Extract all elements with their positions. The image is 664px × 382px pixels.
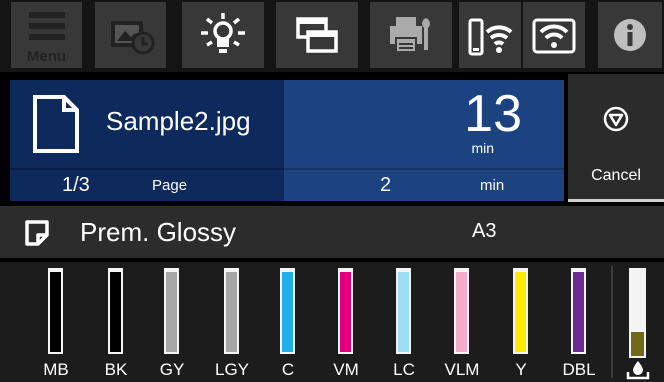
menu-label: Menu (26, 48, 67, 65)
info-button[interactable] (598, 2, 662, 68)
file-panel: Sample2.jpg (10, 80, 284, 168)
document-icon (33, 95, 79, 153)
wifi-direct-icon (468, 18, 513, 56)
page-time-unit: min (480, 177, 505, 194)
ink-label: GY (159, 360, 185, 379)
paper-size: A3 (472, 220, 497, 242)
ink-label: LGY (214, 360, 250, 379)
ink-divider (611, 266, 613, 378)
page-label: Page (152, 177, 188, 194)
maintenance-schedule-button[interactable] (95, 2, 166, 68)
wifi-icon (532, 18, 576, 54)
maintenance-box-icon (626, 361, 650, 380)
job-queue-button[interactable] (276, 2, 358, 68)
cancel-button[interactable]: Cancel (568, 74, 664, 202)
ink-cartridge-dbl (571, 268, 586, 354)
ink-cartridge-lc (396, 268, 411, 354)
media-type: Prem. Glossy (80, 217, 237, 247)
paper-icon (25, 220, 49, 246)
ink-level-fill (166, 272, 177, 352)
ink-cartridge-gy (164, 268, 179, 354)
printer-settings-button[interactable] (370, 2, 452, 68)
info-icon (614, 19, 646, 51)
ink-label: BK (104, 360, 128, 379)
ink-cartridge-mb (48, 268, 63, 354)
job-queue-icon (296, 17, 338, 53)
ink-label: VLM (444, 360, 480, 379)
ink-cartridge-bk (108, 268, 123, 354)
media-settings-row[interactable]: Prem. Glossy A3 (0, 206, 664, 258)
ink-label: MB (43, 360, 69, 379)
ink-label: C (281, 360, 295, 379)
maintenance-box-fill (631, 332, 644, 356)
ink-cartridge-y (513, 268, 528, 354)
ink-level-fill (340, 272, 351, 352)
page-status-row: 1/3 Page (10, 168, 284, 201)
wifi-direct-button[interactable] (459, 2, 521, 68)
ink-cartridge-vm (338, 268, 353, 354)
ink-level-fill (50, 272, 61, 352)
remaining-time-value: 13 (464, 85, 522, 143)
ink-level-fill (110, 272, 121, 352)
ink-level-fill (456, 272, 467, 352)
printer-settings-icon (390, 17, 430, 53)
ink-label: LC (393, 360, 415, 379)
printer-light-button[interactable] (182, 2, 264, 68)
ink-level-fill (515, 272, 526, 352)
wifi-button[interactable] (523, 2, 585, 68)
page-time-row: 2 min (284, 168, 564, 201)
ink-level-fill (282, 272, 293, 352)
cancel-underline (568, 199, 664, 202)
remaining-time-panel: 13 min (284, 80, 564, 168)
cancel-label: Cancel (591, 167, 641, 184)
ink-cartridge-lgy (224, 268, 239, 354)
menu-icon (28, 12, 65, 40)
ink-level-fill (226, 272, 237, 352)
printer-light-icon (201, 13, 245, 53)
ink-level-fill (398, 272, 409, 352)
ink-levels-panel[interactable]: MB BK GY LGY C VM LC VLM Y DBL (0, 262, 664, 382)
file-name: Sample2.jpg (106, 106, 251, 136)
page-time-value: 2 (380, 174, 392, 196)
ink-label: DBL (562, 360, 596, 379)
remaining-time-unit: min (471, 140, 494, 156)
menu-button[interactable]: Menu (11, 2, 82, 68)
ink-level-fill (573, 272, 584, 352)
ink-cartridge-c (280, 268, 295, 354)
stop-icon (603, 106, 629, 132)
ink-label: VM (333, 360, 359, 379)
top-toolbar: Menu (0, 0, 664, 72)
maintenance-box-level (629, 268, 646, 358)
ink-label: Y (515, 360, 527, 379)
ink-cartridge-vlm (454, 268, 469, 354)
page-count: 1/3 (62, 174, 90, 196)
maintenance-schedule-icon (110, 21, 154, 55)
